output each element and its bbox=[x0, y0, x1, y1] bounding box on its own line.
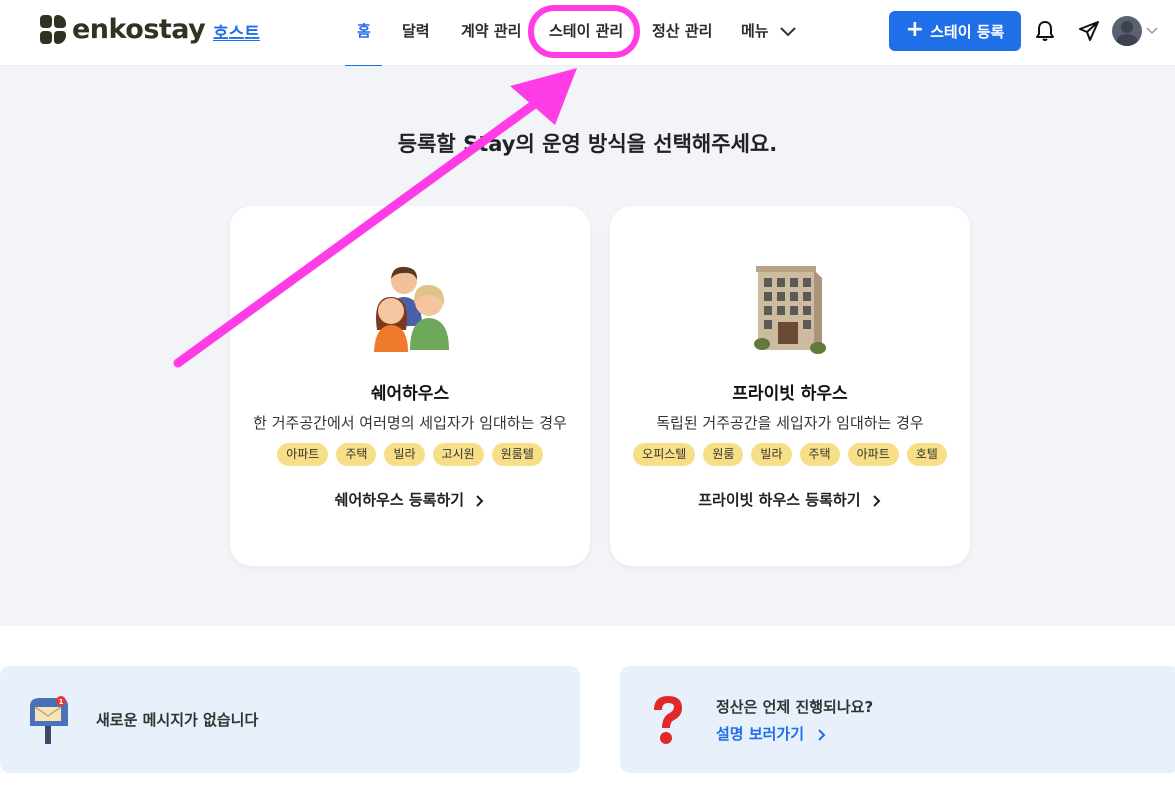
view-explanation-link[interactable]: 설명 보러가기 bbox=[716, 723, 827, 744]
nav-settlement-management[interactable]: 정산 관리 bbox=[652, 20, 712, 41]
tag: 빌라 bbox=[384, 443, 425, 466]
messages-box: 1 새로운 메시지가 없습니다 bbox=[0, 666, 580, 773]
chevron-down-icon[interactable] bbox=[1146, 27, 1158, 35]
link-label: 쉐어하우스 등록하기 bbox=[334, 491, 465, 509]
tag: 원룸텔 bbox=[491, 443, 543, 466]
tag: 빌라 bbox=[751, 443, 792, 466]
chevron-right-icon bbox=[818, 728, 826, 741]
logo-mark-icon bbox=[40, 14, 68, 45]
register-stay-button[interactable]: + 스테이 등록 bbox=[889, 11, 1021, 51]
chevron-right-icon bbox=[476, 494, 484, 507]
tag: 오피스텔 bbox=[633, 443, 696, 466]
share-house-card[interactable]: 쉐어하우스 한 거주공간에서 여러명의 세입자가 임대하는 경우 아파트 주택 … bbox=[230, 206, 590, 566]
svg-text:1: 1 bbox=[59, 698, 64, 706]
host-link[interactable]: 호스트 bbox=[213, 19, 260, 44]
enkostay-logo[interactable]: enkostay bbox=[40, 14, 206, 45]
no-messages-text: 새로운 메시지가 없습니다 bbox=[96, 711, 259, 729]
tag-list: 오피스텔 원룸 빌라 주택 아파트 호텔 bbox=[610, 443, 970, 466]
tag: 고시원 bbox=[432, 443, 484, 466]
faq-question: 정산은 언제 진행되나요? bbox=[716, 698, 874, 716]
register-share-house-link[interactable]: 쉐어하우스 등록하기 bbox=[230, 489, 590, 510]
nav-menu-label: 메뉴 bbox=[741, 22, 769, 40]
card-description: 한 거주공간에서 여러명의 세입자가 임대하는 경우 bbox=[253, 414, 567, 432]
private-house-card[interactable]: 프라이빗 하우스 독립된 거주공간을 세입자가 임대하는 경우 오피스텔 원룸 … bbox=[610, 206, 970, 566]
section-title: 등록할 Stay의 운영 방식을 선택해주세요. bbox=[397, 132, 778, 156]
card-title: 쉐어하우스 bbox=[370, 384, 450, 404]
tag: 주택 bbox=[799, 443, 840, 466]
office-building-icon bbox=[754, 266, 826, 354]
tag-list: 아파트 주택 빌라 고시원 원룸텔 bbox=[230, 443, 590, 466]
nav-calendar[interactable]: 달력 bbox=[402, 20, 430, 41]
bell-icon[interactable] bbox=[1033, 19, 1057, 43]
tag: 호텔 bbox=[906, 443, 947, 466]
paper-plane-icon[interactable] bbox=[1077, 19, 1101, 43]
register-private-house-link[interactable]: 프라이빗 하우스 등록하기 bbox=[610, 489, 970, 510]
nav-stay-management[interactable]: 스테이 관리 bbox=[549, 20, 623, 41]
question-mark-icon bbox=[654, 696, 682, 744]
people-icon bbox=[374, 266, 449, 352]
tag: 아파트 bbox=[277, 443, 329, 466]
logo-text: enkostay bbox=[72, 14, 206, 45]
tag: 아파트 bbox=[847, 443, 899, 466]
link-label: 설명 보러가기 bbox=[716, 725, 805, 743]
nav-menu[interactable]: 메뉴 bbox=[741, 20, 796, 41]
nav-home[interactable]: 홈 bbox=[357, 20, 371, 41]
nav-contract-management[interactable]: 계약 관리 bbox=[461, 20, 521, 41]
card-description: 독립된 거주공간을 세입자가 임대하는 경우 bbox=[656, 414, 924, 432]
tag: 원룸 bbox=[703, 443, 744, 466]
avatar[interactable] bbox=[1112, 16, 1142, 46]
chevron-right-icon bbox=[873, 494, 881, 507]
chevron-down-icon bbox=[780, 26, 796, 36]
link-label: 프라이빗 하우스 등록하기 bbox=[698, 491, 861, 509]
card-title: 프라이빗 하우스 bbox=[732, 384, 848, 404]
plus-icon: + bbox=[905, 17, 925, 42]
mailbox-icon: 1 bbox=[30, 696, 68, 744]
register-stay-label: 스테이 등록 bbox=[930, 22, 1005, 41]
tag: 주택 bbox=[336, 443, 377, 466]
settlement-faq-box: 정산은 언제 진행되나요? 설명 보러가기 bbox=[620, 666, 1175, 773]
top-header: enkostay 호스트 홈 달력 계약 관리 스테이 관리 정산 관리 메뉴 … bbox=[0, 0, 1175, 69]
